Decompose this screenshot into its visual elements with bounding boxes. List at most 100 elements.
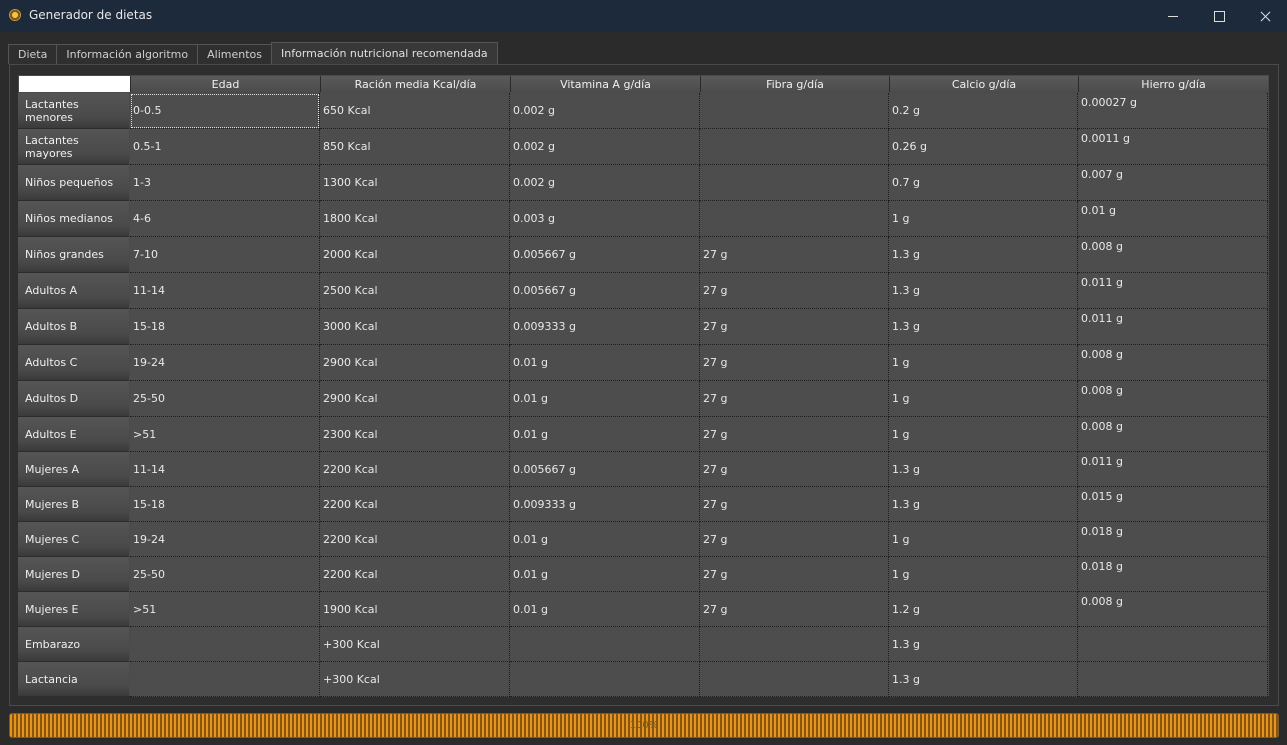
tab-dieta[interactable]: Dieta bbox=[8, 44, 58, 64]
table-cell[interactable]: 2300 Kcal bbox=[320, 417, 510, 452]
table-cell[interactable]: 15-18 bbox=[130, 309, 320, 345]
table-cell[interactable]: 27 g bbox=[700, 309, 889, 345]
table-cell[interactable] bbox=[510, 627, 700, 662]
table-cell[interactable] bbox=[700, 129, 889, 165]
table-cell[interactable]: 27 g bbox=[700, 522, 889, 557]
table-cell[interactable]: 0.009333 g bbox=[510, 309, 700, 345]
table-cell[interactable]: 0.01 g bbox=[510, 381, 700, 417]
table-cell[interactable]: 27 g bbox=[700, 557, 889, 592]
table-cell[interactable]: 19-24 bbox=[130, 345, 320, 381]
table-cell[interactable]: 4-6 bbox=[130, 201, 320, 237]
table-cell[interactable]: 1.3 g bbox=[889, 662, 1078, 697]
table-cell[interactable]: 0.005667 g bbox=[510, 452, 700, 487]
table-cell[interactable]: 0.01 g bbox=[510, 557, 700, 592]
table-cell[interactable]: 0.26 g bbox=[889, 129, 1078, 165]
table-cell[interactable]: 0.00027 g bbox=[1078, 93, 1268, 129]
table-cell[interactable]: 1 g bbox=[889, 417, 1078, 452]
table-cell[interactable]: 0.7 g bbox=[889, 165, 1078, 201]
table-cell[interactable]: 1300 Kcal bbox=[320, 165, 510, 201]
table-cell[interactable]: 1800 Kcal bbox=[320, 201, 510, 237]
column-header[interactable]: Calcio g/día bbox=[889, 76, 1078, 92]
table-cell[interactable]: 0.009333 g bbox=[510, 487, 700, 522]
table-cell[interactable]: 27 g bbox=[700, 487, 889, 522]
table-cell[interactable] bbox=[510, 662, 700, 697]
table-cell[interactable]: 11-14 bbox=[130, 273, 320, 309]
row-header[interactable]: Mujeres D bbox=[18, 557, 129, 592]
table-cell[interactable]: 0.008 g bbox=[1078, 381, 1268, 417]
table-cell[interactable]: 2200 Kcal bbox=[320, 557, 510, 592]
row-header[interactable]: Lactantes menores bbox=[18, 93, 129, 129]
row-header[interactable]: Mujeres C bbox=[18, 522, 129, 557]
table-cell[interactable]: 0.018 g bbox=[1078, 522, 1268, 557]
table-cell[interactable]: 19-24 bbox=[130, 522, 320, 557]
table-cell[interactable] bbox=[1078, 662, 1268, 697]
table-cell[interactable]: 2200 Kcal bbox=[320, 522, 510, 557]
table-cell[interactable]: 2900 Kcal bbox=[320, 381, 510, 417]
table-cell[interactable] bbox=[130, 627, 320, 662]
table-cell[interactable] bbox=[1078, 627, 1268, 662]
table-cell[interactable] bbox=[130, 662, 320, 697]
column-header[interactable]: Hierro g/día bbox=[1078, 76, 1268, 92]
row-header[interactable]: Lactancia bbox=[18, 662, 129, 697]
table-cell[interactable]: 0.5-1 bbox=[130, 129, 320, 165]
row-header[interactable]: Niños grandes bbox=[18, 237, 129, 273]
table-cell[interactable]: 2000 Kcal bbox=[320, 237, 510, 273]
column-header[interactable]: Ración media Kcal/día bbox=[320, 76, 510, 92]
row-header[interactable]: Mujeres B bbox=[18, 487, 129, 522]
table-cell[interactable]: >51 bbox=[130, 592, 320, 627]
table-cell[interactable]: 11-14 bbox=[130, 452, 320, 487]
table-cell[interactable]: 15-18 bbox=[130, 487, 320, 522]
table-cell[interactable]: 2200 Kcal bbox=[320, 452, 510, 487]
table-cell[interactable]: 0.0011 g bbox=[1078, 129, 1268, 165]
table-cell[interactable]: 1 g bbox=[889, 345, 1078, 381]
tab-informacion-algoritmo[interactable]: Información algoritmo bbox=[56, 44, 199, 64]
table-cell[interactable]: 1.3 g bbox=[889, 452, 1078, 487]
table-cell[interactable]: 0.007 g bbox=[1078, 165, 1268, 201]
row-header[interactable]: Niños medianos bbox=[18, 201, 129, 237]
table-cell[interactable]: 1900 Kcal bbox=[320, 592, 510, 627]
table-cell[interactable]: 850 Kcal bbox=[320, 129, 510, 165]
table-cell[interactable]: +300 Kcal bbox=[320, 627, 510, 662]
table-cell[interactable]: 1-3 bbox=[130, 165, 320, 201]
table-cell[interactable]: 2200 Kcal bbox=[320, 487, 510, 522]
table-cell[interactable]: 1 g bbox=[889, 557, 1078, 592]
column-header[interactable]: Vitamina A g/día bbox=[510, 76, 700, 92]
table-cell[interactable]: 27 g bbox=[700, 345, 889, 381]
table-cell[interactable]: 1.3 g bbox=[889, 627, 1078, 662]
table-cell[interactable]: 1.2 g bbox=[889, 592, 1078, 627]
table-cell[interactable]: 0.015 g bbox=[1078, 487, 1268, 522]
table-cell[interactable]: 0.01 g bbox=[510, 345, 700, 381]
table-cell[interactable]: 0.008 g bbox=[1078, 237, 1268, 273]
table-cell[interactable]: +300 Kcal bbox=[320, 662, 510, 697]
table-cell[interactable]: 0.01 g bbox=[510, 417, 700, 452]
table-cell[interactable]: 0.008 g bbox=[1078, 345, 1268, 381]
table-cell[interactable]: 1.3 g bbox=[889, 273, 1078, 309]
table-cell[interactable]: 0-0.5 bbox=[130, 93, 320, 129]
table-cell[interactable]: 0.002 g bbox=[510, 165, 700, 201]
table-cell[interactable]: 1 g bbox=[889, 201, 1078, 237]
table-cell[interactable]: 27 g bbox=[700, 237, 889, 273]
table-cell[interactable]: 7-10 bbox=[130, 237, 320, 273]
table-cell[interactable]: 27 g bbox=[700, 592, 889, 627]
table-cell[interactable] bbox=[700, 662, 889, 697]
table-cell[interactable]: 0.011 g bbox=[1078, 309, 1268, 345]
table-corner-button[interactable] bbox=[19, 76, 130, 92]
row-header[interactable]: Adultos B bbox=[18, 309, 129, 345]
table-cell[interactable]: 0.008 g bbox=[1078, 417, 1268, 452]
table-cell[interactable]: 0.011 g bbox=[1078, 273, 1268, 309]
table-cell[interactable]: 0.01 g bbox=[1078, 201, 1268, 237]
tab-alimentos[interactable]: Alimentos bbox=[197, 44, 272, 64]
table-cell[interactable]: 0.01 g bbox=[510, 592, 700, 627]
table-cell[interactable]: 0.01 g bbox=[510, 522, 700, 557]
row-header[interactable]: Adultos D bbox=[18, 381, 129, 417]
table-cell[interactable]: 1 g bbox=[889, 381, 1078, 417]
row-header[interactable]: Mujeres E bbox=[18, 592, 129, 627]
table-cell[interactable]: 0.018 g bbox=[1078, 557, 1268, 592]
table-cell[interactable]: 0.011 g bbox=[1078, 452, 1268, 487]
table-cell[interactable]: 0.003 g bbox=[510, 201, 700, 237]
minimize-button[interactable] bbox=[1150, 0, 1196, 32]
table-cell[interactable]: 0.002 g bbox=[510, 93, 700, 129]
row-header[interactable]: Adultos C bbox=[18, 345, 129, 381]
table-cell[interactable]: 1.3 g bbox=[889, 237, 1078, 273]
row-header[interactable]: Adultos A bbox=[18, 273, 129, 309]
